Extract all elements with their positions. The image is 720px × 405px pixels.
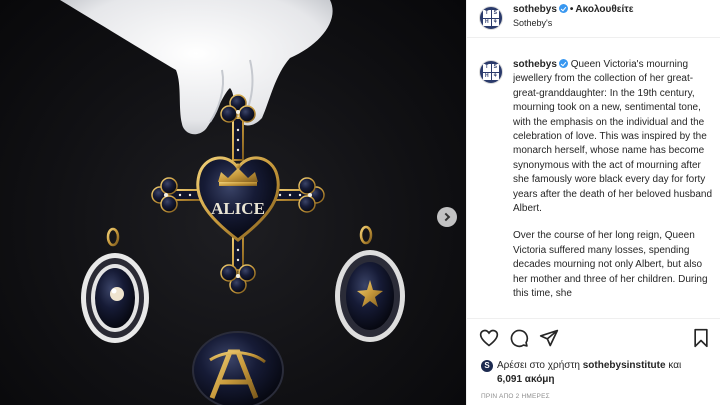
caption-paragraph-1: sothebys Queen Victoria's mourning jewel… (513, 58, 713, 216)
header-line: sothebys • Ακολουθείτε (513, 4, 634, 15)
likes-summary: S Αρέσει στο χρήστη sothebysinstitute και… (481, 359, 681, 387)
monogram-brooch (192, 331, 284, 405)
post-timestamp[interactable]: ΠΡΙΝ ΑΠΟ 2 ΗΜΕΡΕΣ (481, 393, 550, 400)
avatar[interactable]: T S H ⚘ (479, 6, 503, 30)
pearl-locket (81, 227, 149, 343)
location-link[interactable]: Sotheby's (513, 18, 552, 28)
jewellery-photo: ALICE (60, 0, 405, 405)
instagram-post: ALICE T S H ⚘ sothebys • Ακολουθείτε Sot… (0, 0, 720, 405)
caption-paragraph-2: Over the course of her long reign, Queen… (513, 230, 708, 300)
verified-icon (558, 4, 568, 13)
post-header: T S H ⚘ sothebys • Ακολουθείτε Sotheby's (467, 0, 720, 38)
liker-username[interactable]: sothebysinstitute (583, 360, 666, 371)
white-glove (60, 0, 333, 135)
action-bar: S Αρέσει στο χρήστη sothebysinstitute και… (467, 318, 720, 405)
comment-icon[interactable] (509, 328, 529, 348)
cross-pendant: ALICE (151, 94, 325, 294)
header-username[interactable]: sothebys (513, 4, 557, 15)
caption-text-1: Queen Victoria's mourning jewellery from… (513, 59, 713, 215)
next-arrow-icon[interactable] (437, 207, 457, 227)
post-caption: sothebys Queen Victoria's mourning jewel… (513, 58, 713, 314)
bookmark-icon[interactable] (691, 328, 711, 348)
share-icon[interactable] (539, 328, 559, 348)
verified-icon (558, 59, 568, 68)
heart-icon[interactable] (479, 328, 499, 348)
caption-username[interactable]: sothebys (513, 59, 557, 70)
likes-joiner: και (668, 360, 682, 371)
caption-avatar[interactable]: T S H ⚘ (479, 60, 503, 84)
likes-prefix: Αρέσει στο χρήστη (497, 360, 580, 371)
alice-inscription: ALICE (211, 199, 265, 218)
star-locket (335, 225, 405, 342)
following-button[interactable]: Ακολουθείτε (575, 4, 633, 15)
likes-count[interactable]: 6,091 ακόμη (481, 373, 681, 387)
liker-avatar[interactable]: S (481, 360, 493, 372)
post-sidebar: T S H ⚘ sothebys • Ακολουθείτε Sotheby's T S H ⚘… (466, 0, 720, 405)
post-photo[interactable]: ALICE (0, 0, 466, 405)
